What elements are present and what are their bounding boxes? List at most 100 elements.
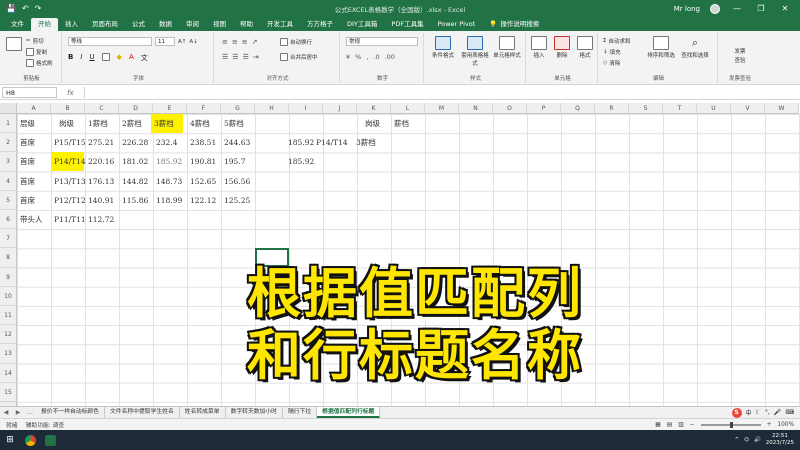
format-painter-button[interactable]: 格式刷	[26, 59, 53, 67]
sort-filter-button[interactable]: 排序和筛选	[646, 36, 676, 59]
row-header-14[interactable]: 14	[0, 363, 17, 383]
zoom-slider[interactable]	[700, 421, 761, 428]
cut-button[interactable]: ✂ 剪切	[26, 37, 53, 45]
tab-page-layout[interactable]: 页面布局	[85, 18, 125, 31]
tab-view[interactable]: 视图	[206, 18, 233, 31]
column-header-H[interactable]: H	[255, 103, 289, 114]
cell-E2[interactable]: 232.4	[153, 133, 180, 152]
cell-B6[interactable]: P11/T11	[51, 210, 89, 229]
sheet-next-icon[interactable]: ▶	[12, 409, 24, 416]
tab-formulas[interactable]: 公式	[125, 18, 152, 31]
formula-input[interactable]	[83, 87, 800, 98]
clock[interactable]: 22:51 2023/7/25	[766, 433, 794, 447]
cell-A1[interactable]: 层级	[17, 114, 38, 133]
align-top-icon[interactable]: ≡	[222, 38, 228, 46]
row-header-11[interactable]: 11	[0, 306, 17, 326]
volume-icon[interactable]: 🔊	[754, 437, 761, 443]
row-header-2[interactable]: 2	[0, 133, 17, 153]
cell-F4[interactable]: 152.65	[187, 172, 219, 191]
cell-D5[interactable]: 115.86	[119, 191, 151, 210]
selected-cell-H8[interactable]	[255, 248, 289, 268]
windows-start-icon[interactable]: ⊞	[0, 430, 20, 450]
cell-C2[interactable]: 275.21	[85, 133, 117, 152]
row-header-5[interactable]: 5	[0, 190, 17, 210]
cell-J1[interactable]: 岗级	[357, 114, 383, 133]
cell-J2[interactable]: P14/T14	[313, 133, 351, 152]
column-header-S[interactable]: S	[629, 103, 663, 114]
cell-F5[interactable]: 122.12	[187, 191, 219, 210]
keyboard-icon[interactable]: ⌨	[785, 409, 794, 416]
font-size-select[interactable]: 11	[155, 37, 175, 46]
chrome-icon[interactable]	[20, 430, 40, 450]
undo-icon[interactable]: ↶	[22, 4, 29, 13]
ime-language[interactable]: 中	[746, 408, 752, 417]
fill-button[interactable]: ↓ 填充	[603, 48, 631, 56]
orientation-icon[interactable]: ↗	[252, 38, 258, 46]
tab-power-pivot[interactable]: Power Pivot	[431, 18, 483, 31]
zoom-out-icon[interactable]: −	[690, 422, 695, 428]
cell-G2[interactable]: 244.63	[221, 133, 253, 152]
cell-A5[interactable]: 首席	[17, 191, 38, 210]
cell-F3[interactable]: 190.81	[187, 152, 219, 171]
copy-button[interactable]: 复制	[26, 48, 53, 56]
tab-review[interactable]: 审阅	[179, 18, 206, 31]
column-header-U[interactable]: U	[697, 103, 731, 114]
tab-developer[interactable]: 开发工具	[260, 18, 300, 31]
bold-button[interactable]: B	[68, 53, 73, 63]
cell-B2[interactable]: P15/T15	[51, 133, 89, 152]
currency-icon[interactable]: ¥	[346, 53, 350, 61]
cell-G5[interactable]: 125.25	[221, 191, 253, 210]
user-name[interactable]: Mr long	[674, 5, 700, 13]
invoice-check-button[interactable]: 发票 查验	[725, 47, 755, 64]
cell-A6[interactable]: 带头人	[17, 210, 46, 229]
column-header-O[interactable]: O	[493, 103, 527, 114]
row-header-10[interactable]: 10	[0, 286, 17, 306]
delete-cells-button[interactable]: 删除	[551, 36, 573, 59]
fill-color-icon[interactable]: ◆	[117, 53, 122, 63]
cell-D1[interactable]: 2薪档	[119, 114, 145, 133]
tab-home[interactable]: 开始	[31, 18, 58, 31]
tab-help[interactable]: 帮助	[233, 18, 260, 31]
fx-icon[interactable]: fx	[57, 89, 84, 97]
column-header-P[interactable]: P	[527, 103, 561, 114]
column-header-F[interactable]: F	[187, 103, 221, 114]
cell-K1[interactable]: 薪档	[391, 114, 412, 133]
zoom-level[interactable]: 100%	[777, 422, 794, 428]
column-header-G[interactable]: G	[221, 103, 255, 114]
sheet-more-icon[interactable]: …	[24, 409, 36, 416]
tab-insert[interactable]: 插入	[58, 18, 85, 31]
tab-fangfanggezi[interactable]: 方方格子	[300, 18, 340, 31]
sheet-tab-2[interactable]: 文件名称中提取学生姓名	[105, 407, 180, 418]
column-header-R[interactable]: R	[595, 103, 629, 114]
column-header-L[interactable]: L	[391, 103, 425, 114]
cell-G4[interactable]: 156.56	[221, 172, 253, 191]
format-as-table-button[interactable]: 套用表格格式	[460, 36, 490, 67]
restore-button[interactable]: ❐	[754, 4, 768, 13]
cell-C1[interactable]: 1薪档	[85, 114, 111, 133]
sheet-tab-5[interactable]: 隔行下拉	[283, 407, 318, 418]
column-header-K[interactable]: K	[357, 103, 391, 114]
wrap-text-button[interactable]: 自动换行	[280, 38, 312, 46]
phonetic-icon[interactable]: 文	[141, 53, 148, 63]
cell-C3[interactable]: 220.16	[85, 152, 117, 171]
borders-icon[interactable]	[101, 53, 110, 61]
tab-data[interactable]: 数据	[152, 18, 179, 31]
network-icon[interactable]: ⌬	[744, 437, 749, 443]
sheet-tab-1[interactable]: 报价不一样自动标颜色	[36, 407, 105, 418]
column-header-W[interactable]: W	[765, 103, 799, 114]
shrink-font-icon[interactable]: A↓	[189, 37, 197, 46]
accessibility-status[interactable]: 辅助功能: 调查	[26, 420, 65, 429]
zoom-in-icon[interactable]: +	[767, 422, 772, 428]
cell-G3[interactable]: 195.7	[221, 152, 248, 171]
row-header-7[interactable]: 7	[0, 229, 17, 249]
align-center-icon[interactable]: ☰	[232, 53, 238, 61]
conditional-format-button[interactable]: 条件格式	[428, 36, 458, 59]
cell-F2[interactable]: 238.51	[187, 133, 219, 152]
cell-A4[interactable]: 首席	[17, 172, 38, 191]
number-format-select[interactable]: 常规	[346, 37, 418, 46]
row-header-8[interactable]: 8	[0, 248, 17, 268]
cell-K2[interactable]: 3薪档	[353, 133, 379, 152]
insert-cells-button[interactable]: 插入	[528, 36, 550, 59]
cell-B4[interactable]: P13/T13	[51, 172, 89, 191]
comma-icon[interactable]: ,	[366, 53, 368, 61]
